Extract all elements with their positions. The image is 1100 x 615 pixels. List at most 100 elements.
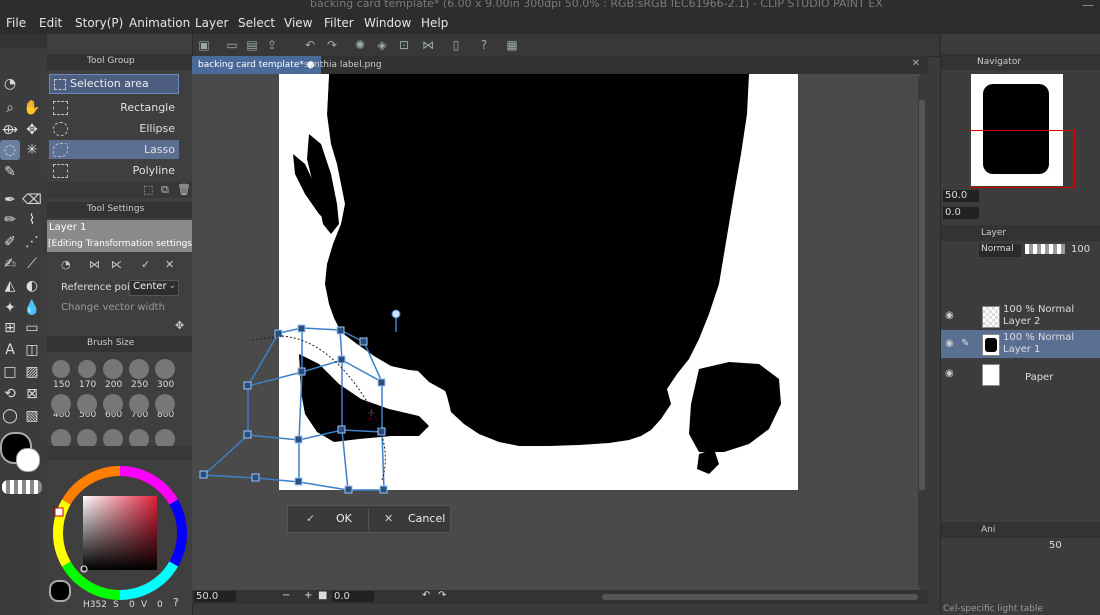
navigator-preview[interactable] — [969, 74, 1075, 188]
zoom-in-icon[interactable]: + — [304, 590, 312, 601]
new-icon[interactable]: ▣ — [196, 37, 212, 53]
blend-icon[interactable]: ⌇ — [22, 210, 42, 230]
crop-icon[interactable]: ⊡ — [396, 37, 412, 53]
magic-wand-icon[interactable]: ✳ — [22, 140, 42, 160]
text-icon[interactable]: A — [0, 340, 20, 360]
opacity-slider[interactable] — [1025, 244, 1065, 254]
trash-icon[interactable]: 🗑 — [177, 183, 191, 196]
fill-bucket-icon[interactable]: ◭ — [0, 276, 20, 296]
opacity-value[interactable]: 100 — [1071, 244, 1090, 255]
balloon-icon[interactable]: ◫ — [22, 340, 42, 360]
vertical-scroll-thumb[interactable] — [919, 100, 925, 490]
rect-shape-icon[interactable]: □ — [0, 362, 20, 382]
zoom-field[interactable]: 50.0 — [194, 591, 236, 602]
zoom-icon[interactable]: ⌕ — [0, 98, 20, 118]
menu-window[interactable]: Window — [364, 16, 411, 30]
selection-area-header[interactable]: Selection area — [49, 74, 179, 94]
ruler-icon[interactable]: ▭ — [22, 318, 42, 338]
subtool-rectangle[interactable]: Rectangle — [49, 98, 179, 117]
subtool-ellipse[interactable]: Ellipse — [49, 119, 179, 138]
menu-edit[interactable]: Edit — [39, 16, 62, 30]
reference-point-select[interactable]: Center ⌄ — [129, 280, 179, 296]
menu-story[interactable]: Story(P) — [75, 16, 123, 30]
drop-icon[interactable]: 💧 — [22, 298, 42, 318]
decoration-icon[interactable]: ✍ — [0, 254, 20, 274]
operation-icon[interactable]: ⟴ — [0, 120, 20, 140]
brush-icon[interactable]: ✐ — [0, 232, 20, 252]
menu-help[interactable]: Help — [421, 16, 448, 30]
zoom-out-icon[interactable]: − — [282, 590, 290, 601]
cancel-button[interactable]: Cancel — [408, 512, 445, 525]
figure-icon[interactable]: ▨ — [22, 362, 42, 382]
eye-icon[interactable]: ◉ — [945, 338, 954, 349]
color-wheel[interactable] — [51, 464, 189, 602]
clear-icon[interactable]: ✺ — [352, 37, 368, 53]
airbrush-icon[interactable]: ⋰ — [22, 232, 42, 252]
pen-icon[interactable]: ✒ — [0, 190, 20, 210]
flip-vertical-icon[interactable]: ⋉ — [111, 258, 122, 271]
ok-button[interactable]: OK — [336, 512, 352, 525]
transparent-color-swatch[interactable] — [2, 480, 42, 494]
flip-horizontal-icon[interactable]: ⋈ — [89, 258, 100, 271]
duplicate-icon[interactable]: ⬚ — [143, 183, 153, 196]
tab-synthia-label[interactable]: synthia label.png — [298, 56, 388, 74]
close-canvas-icon[interactable]: ✕ — [912, 58, 920, 69]
hand-icon[interactable]: ✋ — [22, 98, 42, 118]
gradient-icon[interactable]: ◐ — [22, 276, 42, 296]
save-icon[interactable]: ▤ — [244, 37, 260, 53]
undo-icon[interactable]: ↶ — [302, 37, 318, 53]
eye-icon[interactable]: ◉ — [945, 310, 954, 321]
frame-icon[interactable]: ⊞ — [0, 318, 20, 338]
settings-icon[interactable]: ▦ — [504, 37, 520, 53]
rotate-icon[interactable]: ⟲ — [0, 384, 20, 404]
stop-icon[interactable]: ■ — [318, 590, 327, 601]
help-icon[interactable]: ? — [476, 37, 492, 53]
lasso-tool-icon[interactable]: ◌ — [0, 140, 20, 160]
sparkle-icon[interactable]: ✦ — [0, 298, 20, 318]
sub-color-swatch[interactable] — [16, 448, 40, 472]
change-vector-width-label[interactable]: Change vector width — [61, 302, 165, 313]
speech-icon[interactable]: ◯ — [0, 406, 20, 426]
move-icon[interactable]: ✥ — [22, 120, 42, 140]
minimize-button[interactable]: — — [1082, 0, 1094, 12]
menu-filter[interactable]: Filter — [324, 16, 354, 30]
rotate-left-icon[interactable]: ↶ — [422, 590, 430, 601]
marker-icon[interactable]: ⟋ — [22, 254, 42, 274]
eye-icon[interactable]: ◉ — [945, 368, 954, 379]
redo-icon[interactable]: ↷ — [324, 37, 340, 53]
color-help-icon[interactable]: ? — [173, 596, 179, 609]
confirm-icon[interactable]: ✓ — [141, 258, 150, 271]
menu-select[interactable]: Select — [238, 16, 275, 30]
menu-animation[interactable]: Animation — [129, 16, 190, 30]
flip-icon[interactable]: ⋈ — [420, 37, 436, 53]
menu-view[interactable]: View — [284, 16, 312, 30]
export-icon[interactable]: ⇪ — [264, 37, 280, 53]
navigator-viewport[interactable] — [969, 130, 1075, 188]
copy-icon[interactable]: ⧉ — [161, 183, 169, 197]
transform-handles[interactable]: + — [192, 300, 532, 510]
layer-row-paper[interactable]: ◉ Paper — [941, 360, 1100, 388]
cancel-icon[interactable]: ✕ — [165, 258, 174, 271]
swatch-icon[interactable]: ▧ — [22, 406, 42, 426]
angle-field[interactable]: 0.0 — [332, 591, 374, 602]
rotate-right-icon[interactable]: ↷ — [438, 590, 446, 601]
eyedropper-icon[interactable]: ✎ — [0, 162, 20, 182]
grid-icon[interactable]: ⊠ — [22, 384, 42, 404]
open-icon[interactable]: ▭ — [224, 37, 240, 53]
rotate-mode-icon[interactable]: ◔ — [61, 258, 71, 271]
navigator-rotation-field[interactable]: 0.0 — [943, 207, 979, 219]
menu-file[interactable]: File — [6, 16, 26, 30]
layer-row-layer2[interactable]: ◉ 100 % Normal Layer 2 — [941, 302, 1100, 330]
subtool-lasso[interactable]: Lasso — [49, 140, 179, 159]
subtool-polyline[interactable]: Polyline — [49, 161, 179, 180]
blend-mode-select[interactable]: Normal — [979, 244, 1021, 257]
pencil-icon[interactable]: ✏ — [0, 210, 20, 230]
navigator-zoom-field[interactable]: 50.0 — [943, 190, 979, 202]
wrench-icon[interactable]: ✥ — [175, 319, 184, 332]
eraser-icon[interactable]: ⌫ — [22, 190, 42, 210]
rotate-handle[interactable] — [391, 309, 401, 319]
layer-row-layer1[interactable]: ◉ ✎ 100 % Normal Layer 1 — [941, 330, 1100, 358]
fill-icon[interactable]: ◈ — [374, 37, 390, 53]
onion-opacity-value[interactable]: 50 — [1049, 540, 1062, 551]
animation-tab[interactable]: Ani — [981, 525, 995, 535]
